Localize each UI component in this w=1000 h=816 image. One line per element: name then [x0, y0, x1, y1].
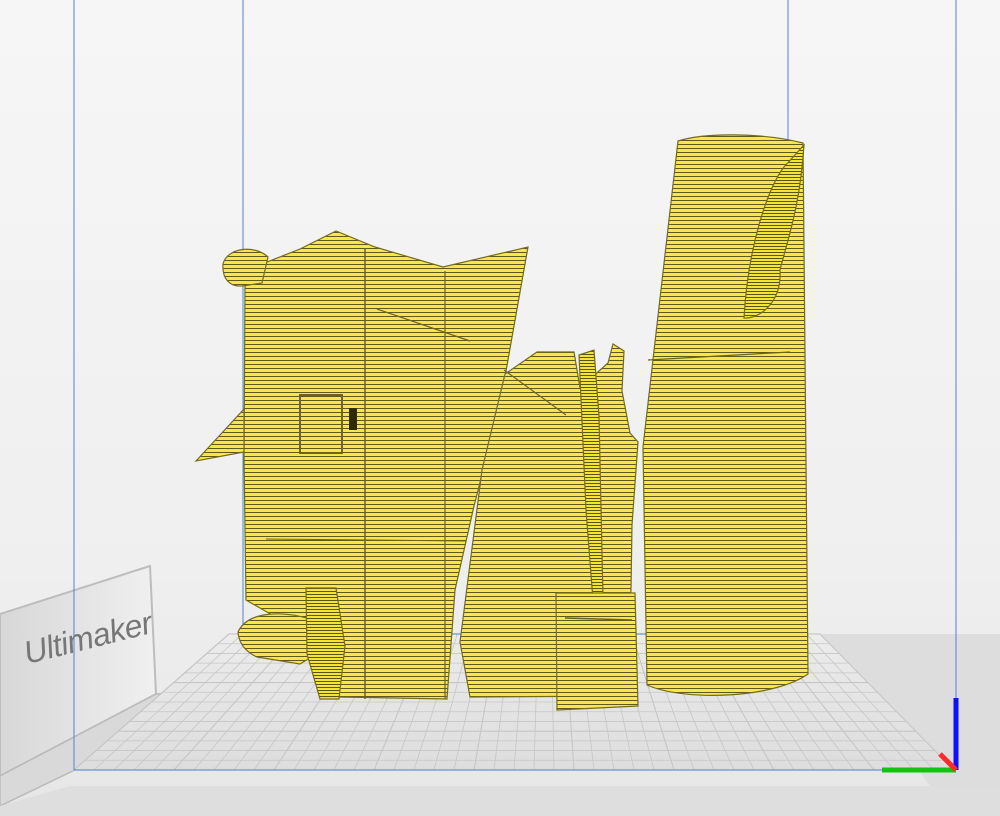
center-model-block[interactable] [555, 592, 639, 711]
sliced-model[interactable] [194, 134, 809, 711]
left-model-ear[interactable] [222, 248, 269, 287]
scene-canvas[interactable] [0, 0, 1000, 816]
left-model-wing[interactable] [194, 407, 245, 462]
3d-viewport[interactable]: Ultimaker [0, 0, 1000, 816]
